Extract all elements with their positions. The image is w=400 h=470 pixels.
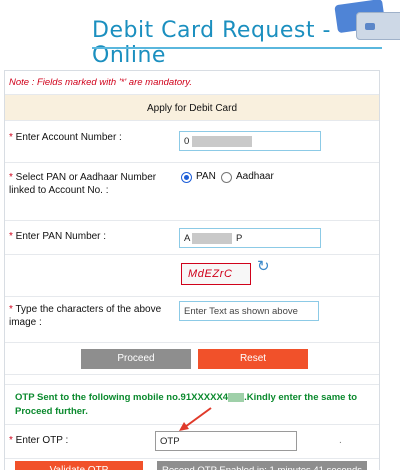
form-header: Apply for Debit Card [5,95,379,121]
spacer-row [5,375,379,385]
resend-otp-button[interactable]: Resend OTP Enabled in: 1 minutes 41 seco… [157,461,367,470]
banner-underline [92,47,382,49]
captcha-input-row: * Type the characters of the above image… [5,297,379,343]
card-icon [356,12,400,40]
otp-trailing-dot: . [339,435,342,446]
otp-placeholder: OTP [160,436,180,447]
otp-label-text: Enter OTP : [15,435,69,446]
captcha-text-input[interactable]: Enter Text as shown above [179,301,319,321]
pan-label: * Enter PAN Number : [9,231,107,242]
validate-otp-button[interactable]: Validate OTP [15,461,143,470]
otp-row: * Enter OTP : OTP . [5,407,379,459]
account-row: * Enter Account Number : 0 [5,121,379,163]
masked-pan-digits [192,233,232,244]
radio-aadhaar[interactable] [221,172,232,183]
captcha-input-label-text: Type the characters of the above image : [9,304,162,328]
debit-card-form: Note : Fields marked with '*' are mandat… [4,70,380,470]
account-label: * Enter Account Number : [9,132,122,143]
captcha-image: MdEZrC [181,263,251,285]
action-row: Proceed Reset [5,343,379,375]
account-number-value: 0 [184,136,190,147]
radio-pan-label[interactable]: PAN [196,171,216,182]
id-select-label: * Select PAN or Aadhaar Number linked to… [9,172,157,196]
reset-button[interactable]: Reset [198,349,308,369]
captcha-row: MdEZrC ↻ [5,255,379,297]
masked-mobile-digits [228,392,245,402]
otp-action-row: Validate OTP Resend OTP Enabled in: 1 mi… [5,459,379,470]
pan-row: * Enter PAN Number : A P [5,221,379,255]
proceed-button[interactable]: Proceed [81,349,191,369]
radio-pan[interactable] [181,172,192,183]
captcha-input-label: * Type the characters of the above image… [9,304,162,328]
captcha-placeholder: Enter Text as shown above [184,306,298,317]
id-radio-group: PAN Aadhaar [181,171,301,185]
otp-label: * Enter OTP : [9,435,69,446]
otp-input[interactable]: OTP [155,431,297,451]
pan-number-input[interactable]: A P [179,228,321,248]
id-select-label-text: Select PAN or Aadhaar Number linked to A… [9,172,157,196]
pan-value-suffix: P [236,233,243,244]
radio-aadhaar-label[interactable]: Aadhaar [236,171,274,182]
otp-message-before: OTP Sent to the following mobile no.91XX… [15,392,229,403]
pan-label-text: Enter PAN Number : [15,231,107,242]
account-number-input[interactable]: 0 [179,131,321,151]
pointer-arrow-icon [179,407,212,431]
mandatory-note: Note : Fields marked with '*' are mandat… [5,71,379,95]
account-label-text: Enter Account Number : [15,132,122,143]
id-select-row: * Select PAN or Aadhaar Number linked to… [5,163,379,221]
pan-value-prefix: A [184,233,191,244]
page-banner: Debit Card Request - Online [0,0,400,68]
masked-account-digits [192,136,252,147]
refresh-icon[interactable]: ↻ [257,259,273,275]
